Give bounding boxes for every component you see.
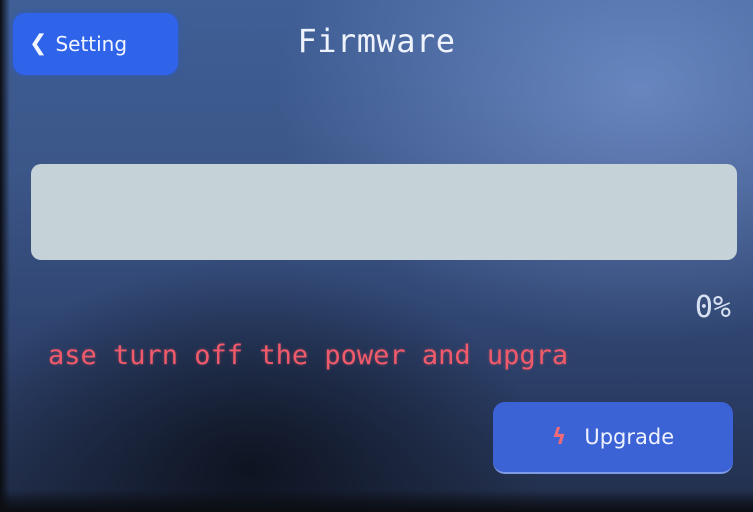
- progress-bar: [31, 164, 737, 260]
- upgrade-button-label: Upgrade: [584, 425, 675, 449]
- firmware-screen: ❮ Setting Firmware 0% ase turn off the p…: [0, 0, 753, 512]
- screen-bezel-left: [0, 0, 10, 512]
- progress-percent: 0%: [694, 290, 731, 325]
- lightning-bolt-icon: ϟ: [551, 424, 567, 450]
- page-title: Firmware: [297, 22, 456, 60]
- screen-bezel-bottom: [0, 490, 753, 512]
- upgrade-button[interactable]: ϟ Upgrade: [493, 402, 733, 474]
- warning-message: ase turn off the power and upgra: [48, 340, 569, 371]
